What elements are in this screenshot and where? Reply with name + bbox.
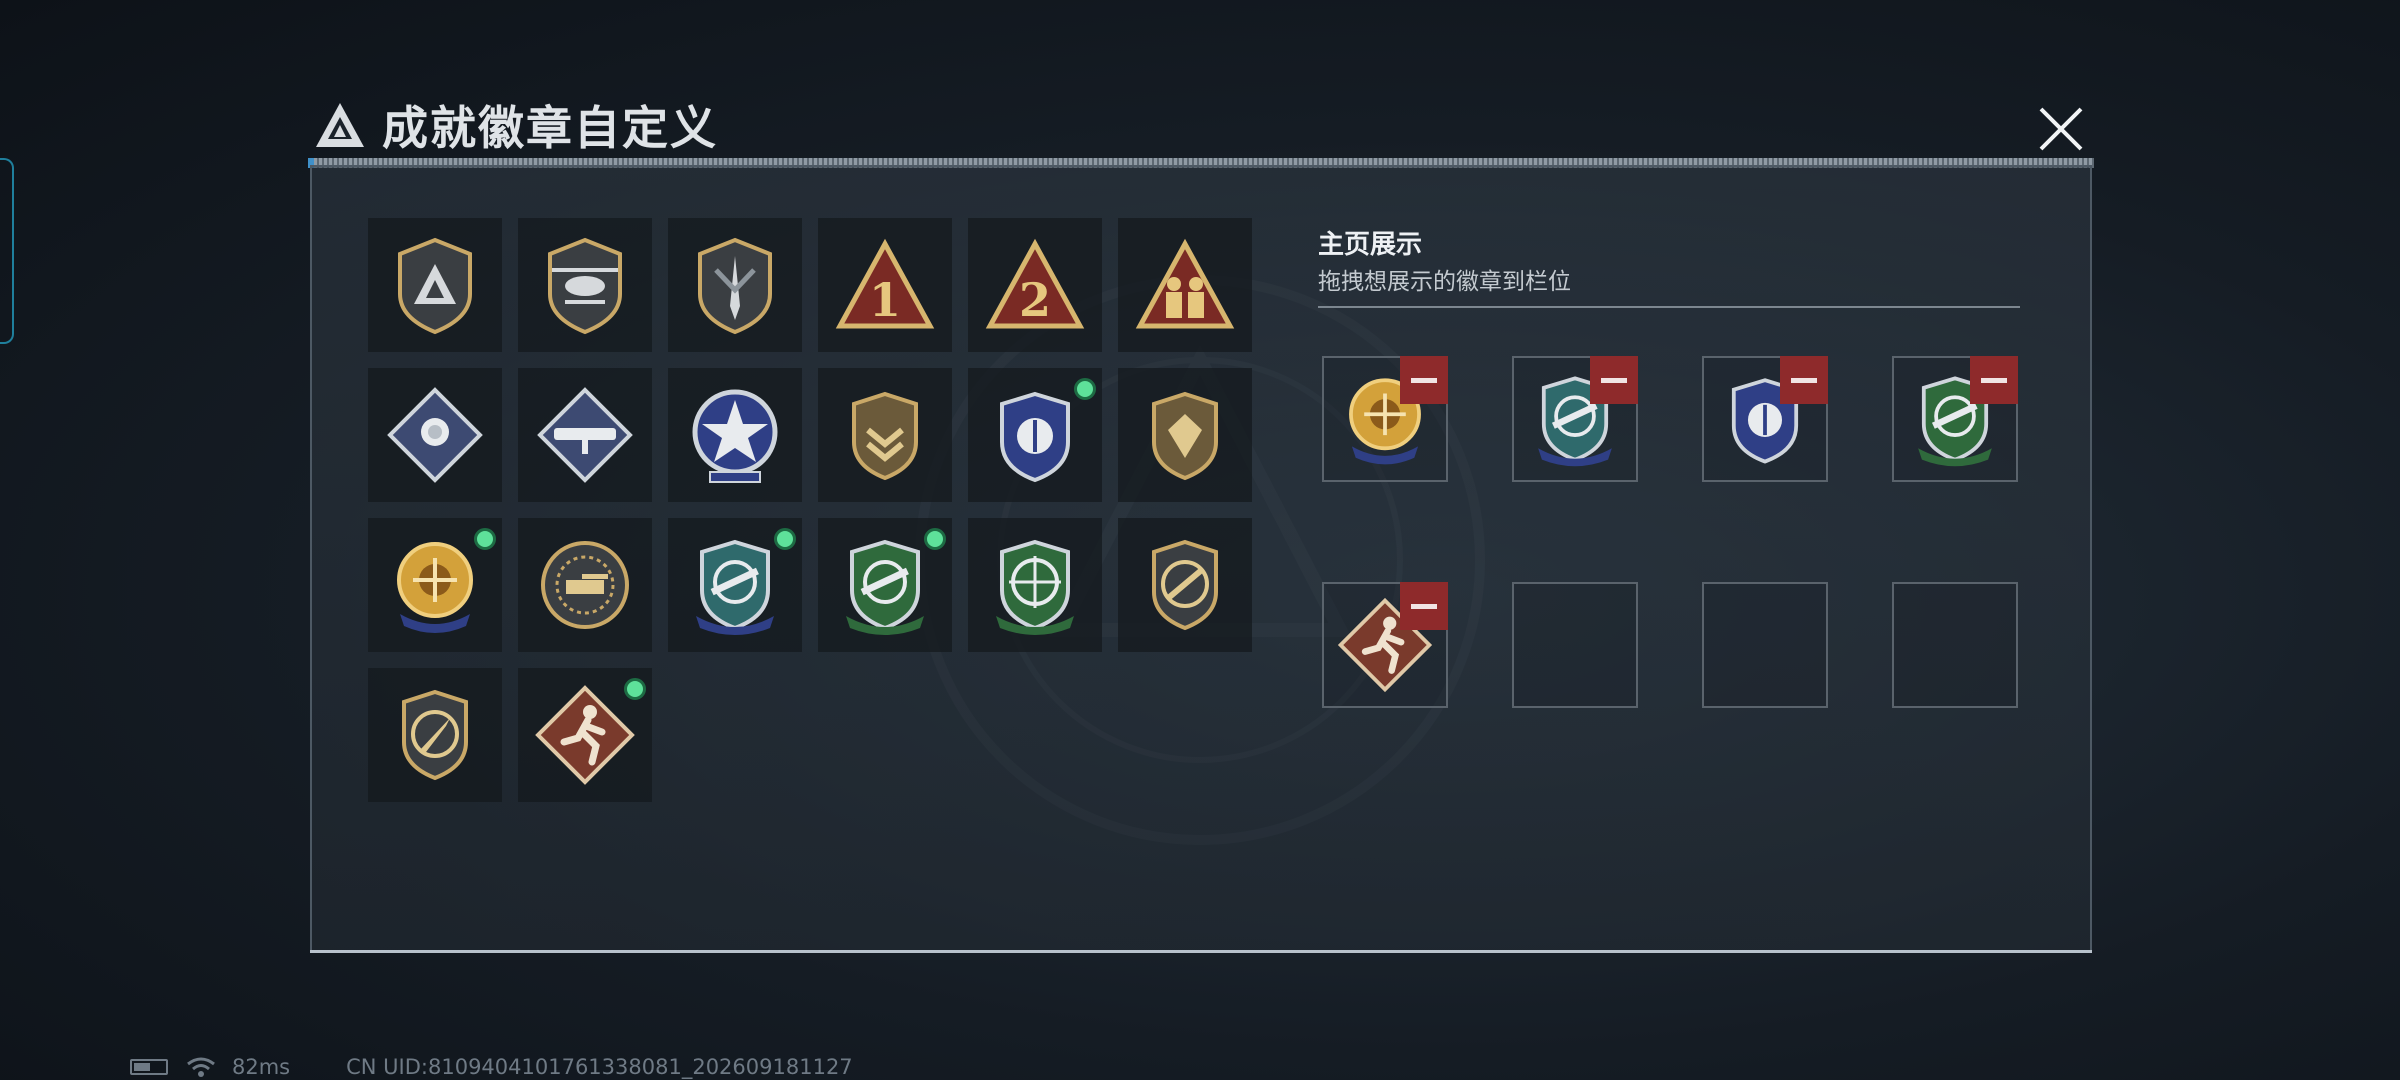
remove-badge-button[interactable] (1400, 582, 1448, 630)
new-badge-indicator (624, 678, 646, 700)
rose-diamond-badge-icon (387, 387, 483, 483)
badge-cell[interactable] (368, 368, 502, 502)
badge-cell[interactable] (1118, 218, 1252, 352)
running-soldier-diamond-badge-icon (535, 685, 635, 785)
badge-cell[interactable] (668, 218, 802, 352)
remove-badge-button[interactable] (1400, 356, 1448, 404)
remove-badge-button[interactable] (1970, 356, 2018, 404)
star-medal-badge-icon (692, 389, 778, 483)
gold-chevron-shield-badge-icon (852, 391, 918, 481)
showcase-title: 主页展示 (1318, 230, 1423, 260)
gold-crosshair-medal-badge-icon (397, 542, 473, 633)
dialog-title: 成就徽章自定义 (382, 101, 718, 155)
close-icon (2039, 107, 2083, 151)
gold-knife-shield-badge-icon (402, 689, 468, 781)
showcase-subtitle: 拖拽想展示的徽章到栏位 (1318, 269, 1571, 295)
showcase-slot[interactable] (1892, 356, 2018, 482)
showcase-slot[interactable] (1512, 356, 1638, 482)
badge-cell[interactable]: 2 (968, 218, 1102, 352)
new-badge-indicator (774, 528, 796, 550)
badge-cell[interactable] (518, 518, 652, 652)
status-bar: 82ms CN UID:8109404101761338081_20260918… (130, 1054, 853, 1080)
badge-cell[interactable]: 1 (818, 218, 952, 352)
showcase-slot[interactable] (1702, 356, 1828, 482)
badge-collection-grid: 1 2 (368, 218, 1252, 804)
helicopter-shield-badge-icon (548, 237, 622, 335)
badge-cell[interactable] (968, 368, 1102, 502)
side-drawer-tab[interactable] (0, 158, 14, 344)
diamond-gem-shield-badge-icon (1152, 391, 1218, 481)
green-rifle-shield-badge-icon (846, 539, 924, 635)
close-button[interactable] (2030, 98, 2092, 160)
minus-icon (1411, 377, 1437, 383)
remove-badge-button[interactable] (1780, 356, 1828, 404)
tank-sun-badge-icon (541, 541, 629, 629)
badge-cell[interactable] (518, 668, 652, 802)
dagger-shield-badge-icon (698, 237, 772, 335)
wifi-icon (187, 1057, 215, 1077)
new-badge-indicator (924, 528, 946, 550)
blue-rifle-shield-badge-icon (696, 539, 774, 635)
panel-bottom-border (310, 950, 2092, 953)
showcase-slot-empty[interactable] (1892, 582, 2018, 708)
badge-cell[interactable] (818, 518, 952, 652)
minus-icon (1981, 377, 2007, 383)
minus-icon (1411, 603, 1437, 609)
badge-cell[interactable] (518, 218, 652, 352)
svg-text:2: 2 (1019, 273, 1051, 327)
badge-cell[interactable] (1118, 368, 1252, 502)
battery-icon (130, 1059, 168, 1075)
badge-cell[interactable] (368, 668, 502, 802)
showcase-slot-empty[interactable] (1702, 582, 1828, 708)
new-badge-indicator (474, 528, 496, 550)
showcase-slot-empty[interactable] (1512, 582, 1638, 708)
green-crosshair-rifle-badge-icon (996, 539, 1074, 635)
svg-text:1: 1 (869, 273, 901, 327)
badge-cell[interactable] (368, 518, 502, 652)
rank-1-triangle-badge-icon: 1 (835, 238, 935, 329)
showcase-divider (1318, 306, 2020, 308)
rocket-launcher-diamond-badge-icon (537, 387, 633, 483)
gold-triangle-shield-badge-icon (398, 237, 472, 335)
dialog-header: 成就徽章自定义 (306, 88, 2092, 162)
rank-2-triangle-badge-icon: 2 (985, 238, 1085, 329)
soldiers-triangle-badge-icon (1135, 238, 1235, 329)
showcase-slot[interactable] (1322, 582, 1448, 708)
new-badge-indicator (1074, 378, 1096, 400)
badge-cell[interactable] (668, 518, 802, 652)
badge-cell[interactable] (1118, 518, 1252, 652)
remove-badge-button[interactable] (1590, 356, 1638, 404)
minus-icon (1601, 377, 1627, 383)
badge-cell[interactable] (518, 368, 652, 502)
navy-eagle-shield-badge-icon (1000, 391, 1070, 483)
delta-logo-icon (316, 103, 364, 147)
user-uid: CN UID:8109404101761338081_202609181127 (346, 1055, 853, 1079)
badge-cell[interactable] (818, 368, 952, 502)
badge-cell[interactable] (668, 368, 802, 502)
minus-icon (1791, 377, 1817, 383)
badge-cell[interactable] (968, 518, 1102, 652)
ping-value: 82ms (232, 1055, 291, 1079)
badge-cell[interactable] (368, 218, 502, 352)
showcase-slot[interactable] (1322, 356, 1448, 482)
gold-knife-circle-shield-badge-icon (1152, 539, 1218, 631)
